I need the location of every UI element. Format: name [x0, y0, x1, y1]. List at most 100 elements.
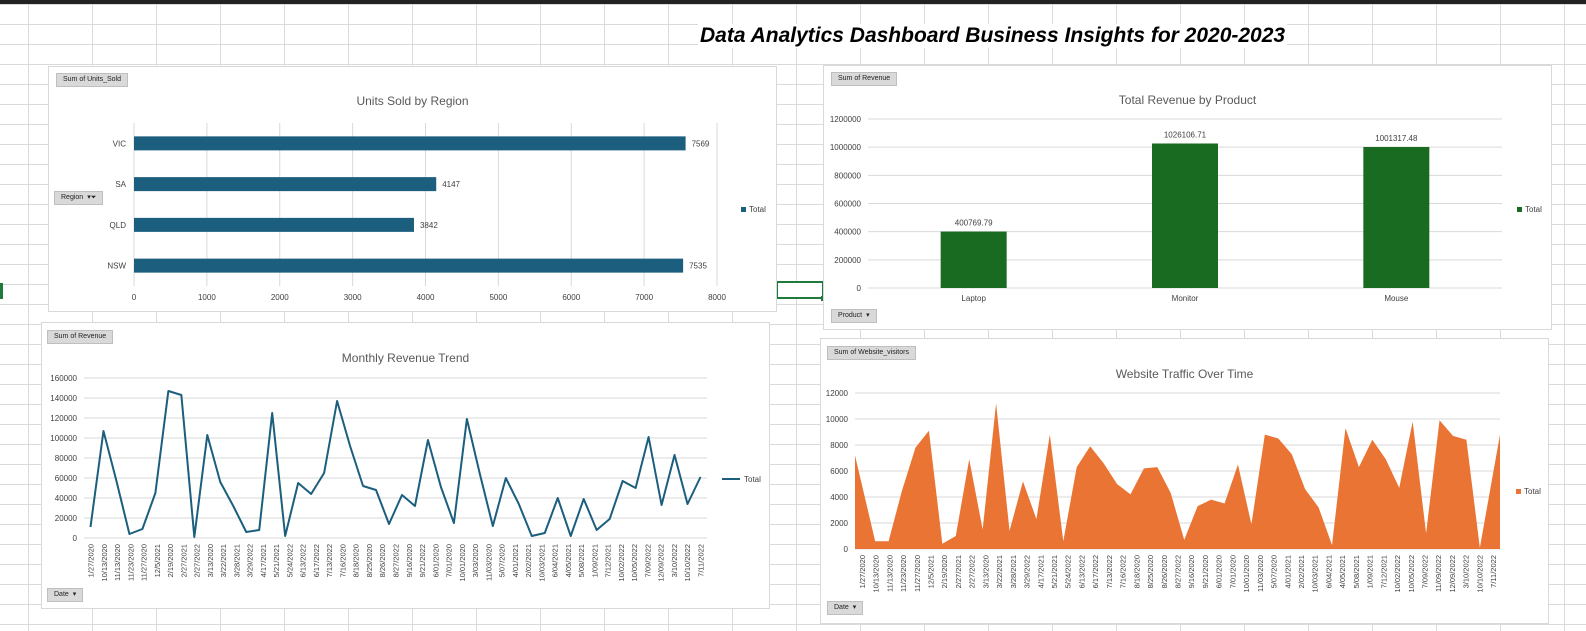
x-tick-label: 6/13/2022 [299, 544, 308, 577]
monthly-revenue-plot: 0 20000 40000 60000 80000 100000 120000 140000 1… [50, 374, 761, 582]
x-tick-label: 10/10/2022 [1475, 555, 1484, 593]
x-tick-label: 9/16/2020 [1187, 555, 1196, 588]
x-tick-label: 9/21/2020 [1201, 555, 1210, 588]
y-tick-label: 8000 [830, 441, 848, 450]
x-tick-label: 5/08/2021 [1352, 555, 1361, 588]
x-tick-label: 4/01/2021 [511, 544, 520, 577]
y-tick-label: 0 [857, 284, 862, 293]
y-tick-label: 800000 [834, 171, 861, 180]
x-tick-label: 2/27/2022 [968, 555, 977, 588]
bar [1363, 146, 1430, 288]
x-tick-label: 11/03/2020 [1256, 555, 1265, 592]
x-tick-label: 4/05/2021 [564, 544, 573, 577]
data-label: 7569 [692, 139, 710, 148]
bar [134, 177, 437, 192]
legend-label: Total [744, 475, 761, 484]
x-tick-label: 7/11/2022 [1489, 555, 1498, 588]
x-tick-label: 11/27/2020 [913, 555, 922, 592]
x-tick-label: 10/05/2022 [1407, 555, 1416, 593]
x-tick-label: 11/03/2020 [484, 544, 493, 581]
x-tick-label: 8/25/2020 [365, 544, 374, 577]
x-tick-label: 2/27/2021 [179, 544, 188, 577]
x-tick-label: 10/01/2020 [458, 544, 467, 582]
x-tick-label: 3/10/2022 [1462, 555, 1471, 588]
x-tick-label: 10/13/2020 [872, 555, 881, 593]
y-tick-label: 6000 [830, 467, 848, 476]
y-tick-label: QLD [110, 221, 127, 230]
x-tick-label: 8/27/2022 [392, 544, 401, 577]
y-tick-label: 400000 [834, 228, 861, 237]
y-tick-label: 140000 [50, 394, 77, 403]
x-tick-label: 1/09/2021 [590, 544, 599, 577]
x-tick-label: 11/13/2020 [885, 555, 894, 592]
x-tick-label: 1/09/2021 [1366, 555, 1375, 588]
y-tick-label: 4000 [830, 493, 848, 502]
website-traffic-chart[interactable]: Sum of Website_visitors Date ▾ Website Tr… [820, 338, 1549, 624]
x-tick-label: 10/03/2021 [1311, 555, 1320, 593]
x-tick-label: 2/19/2020 [940, 555, 949, 588]
x-tick-label: 8000 [708, 293, 726, 302]
revenue-by-product-chart[interactable]: Sum of Revenue Product ▾ Total Revenue by… [823, 65, 1552, 330]
data-label: 400769.79 [955, 219, 993, 228]
x-tick-label: 8/18/2020 [352, 544, 361, 577]
x-tick-label: 3/13/2020 [206, 544, 215, 577]
monthly-revenue-chart[interactable]: Sum of Revenue Date ▾ Monthly Revenue Tre… [41, 322, 770, 609]
y-tick-label: NSW [107, 262, 126, 271]
legend-label: Total [1525, 205, 1542, 214]
x-tick-label: 8/26/2020 [1160, 555, 1169, 588]
x-tick-label: 6/04/2021 [1324, 555, 1333, 588]
website-traffic-plot: 0 2000 4000 6000 8000 10000 12000 1/27/2020 10/1… [826, 389, 1541, 593]
x-tick-label: 10/01/2020 [1242, 555, 1251, 593]
x-tick-label: 3000 [344, 293, 362, 302]
x-tick-label: 4/01/2021 [1283, 555, 1292, 588]
x-tick-label: 8/26/2020 [378, 544, 387, 577]
y-tick-label: 40000 [55, 494, 78, 503]
y-tick-label: 600000 [834, 200, 861, 209]
data-label: 7535 [689, 262, 707, 271]
legend-label: Total [1524, 487, 1541, 496]
x-tick-label: 9/16/2020 [405, 544, 414, 577]
x-tick-label: 3/29/2022 [246, 544, 255, 577]
x-tick-label: 7/16/2022 [1119, 555, 1128, 588]
x-tick-label: 2/27/2022 [193, 544, 202, 577]
x-tick-label: 4000 [417, 293, 435, 302]
y-tick-label: 120000 [50, 414, 77, 423]
x-tick-label: 7/13/2022 [325, 544, 334, 577]
x-tick-label: 10/02/2022 [617, 544, 626, 582]
units-by-region-chart[interactable]: Sum of Units_Sold Region ▾⏷ Units Sold by… [48, 66, 777, 312]
x-tick-label: 6/17/2022 [312, 544, 321, 577]
x-tick-label: 1000 [198, 293, 216, 302]
x-tick-label: 7/01/2020 [445, 544, 454, 577]
x-tick-label: 7/09/2022 [1421, 555, 1430, 588]
bar [940, 231, 1007, 288]
line-series [89, 390, 702, 538]
x-tick-label: 4/17/2021 [1036, 555, 1045, 588]
x-tick-label: 1/27/2020 [858, 555, 867, 588]
x-tick-label: 7/12/2021 [604, 544, 613, 577]
y-tick-label: 0 [73, 534, 78, 543]
y-tick-label: 10000 [826, 415, 849, 424]
x-tick-label: 7/12/2021 [1379, 555, 1388, 588]
x-tick-label: 7/11/2022 [696, 544, 705, 577]
x-tick-label: 3/22/2021 [995, 555, 1004, 588]
x-tick-label: Monitor [1172, 294, 1199, 303]
x-tick-label: 5/07/2020 [498, 544, 507, 577]
bar [134, 217, 414, 232]
x-tick-label: 12/5/2021 [153, 544, 162, 577]
x-tick-label: 7/16/2020 [338, 544, 347, 577]
bar [1152, 143, 1218, 288]
x-tick-label: 6/01/2020 [1215, 555, 1224, 588]
x-tick-label: 6/04/2021 [551, 544, 560, 577]
x-tick-label: 3/03/2020 [471, 544, 480, 577]
x-tick-label: 10/05/2022 [630, 544, 639, 582]
x-tick-label: 3/10/2022 [670, 544, 679, 577]
area-series [855, 403, 1500, 549]
y-tick-label: 100000 [50, 434, 77, 443]
data-label: 3842 [420, 221, 438, 230]
y-tick-label: 2000 [830, 519, 848, 528]
x-tick-label: 2/02/2021 [1297, 555, 1306, 588]
x-tick-label: 3/29/2022 [1023, 555, 1032, 588]
x-tick-label: 9/21/2022 [418, 544, 427, 577]
active-cell[interactable] [776, 281, 826, 301]
x-tick-label: 7000 [635, 293, 653, 302]
